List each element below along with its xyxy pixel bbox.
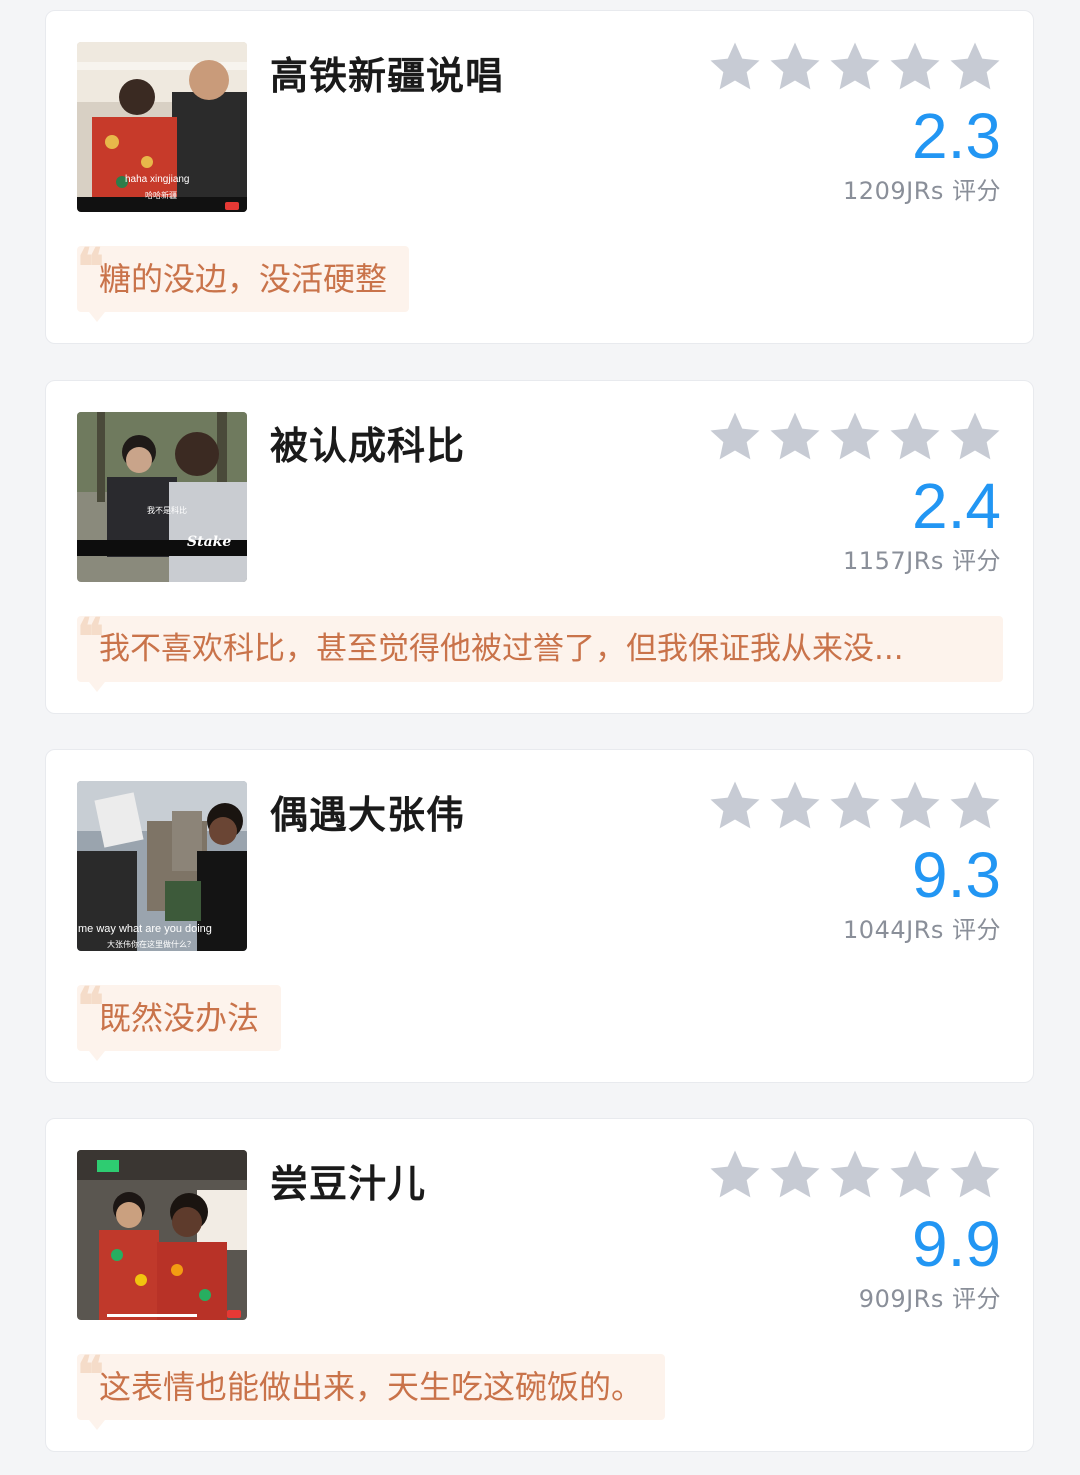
star-rating <box>707 409 1003 465</box>
rating-card[interactable]: 尝豆汁儿 9.9 909JRs 评分 ❝ 这表情也能做出来，天生吃这碗饭的。 <box>45 1118 1034 1452</box>
rating-count: 1044JRs 评分 <box>843 916 1001 944</box>
thumbnail-image <box>77 1150 247 1320</box>
top-comment-text: 糖的没边，没活硬整 <box>99 260 388 298</box>
rating-score: 9.3 <box>912 839 1001 911</box>
star-icon <box>890 42 940 90</box>
thumbnail-image: 我不是科比 Stake <box>77 412 247 582</box>
video-title[interactable]: 尝豆汁儿 <box>270 1153 426 1208</box>
rating-card[interactable]: haha xingjiang 哈哈新疆 高铁新疆说唱 2.3 1209JRs 评… <box>45 10 1034 344</box>
star-rating <box>707 778 1003 834</box>
star-icon <box>710 1150 760 1198</box>
star-icon <box>950 1150 1000 1198</box>
rating-count: 1209JRs 评分 <box>843 177 1001 205</box>
star-icon <box>950 781 1000 829</box>
rating-card[interactable]: me way what are you doing 大张伟你在这里做什么？ 偶遇… <box>45 749 1034 1083</box>
thumbnail-caption: 我不是科比 <box>147 505 187 515</box>
star-icon <box>770 42 820 90</box>
video-title[interactable]: 被认成科比 <box>270 415 465 470</box>
thumbnail-caption-cn: 大张伟你在这里做什么？ <box>107 939 195 949</box>
star-icon <box>710 42 760 90</box>
thumbnail-caption: haha xingjiang <box>125 174 190 185</box>
video-thumbnail[interactable]: haha xingjiang 哈哈新疆 <box>77 42 247 212</box>
video-thumbnail[interactable]: me way what are you doing 大张伟你在这里做什么？ <box>77 781 247 951</box>
rating-score: 2.4 <box>912 470 1001 542</box>
thumbnail-brand: Stake <box>187 534 231 550</box>
top-comment[interactable]: ❝ 糖的没边，没活硬整 <box>77 242 410 322</box>
star-icon <box>830 42 880 90</box>
rating-count: 1157JRs 评分 <box>843 547 1001 575</box>
thumbnail-image: me way what are you doing 大张伟你在这里做什么？ <box>77 781 247 951</box>
bubble-tail <box>89 1051 105 1061</box>
top-comment[interactable]: ❝ 我不喜欢科比，甚至觉得他被过誉了，但我保证我从来没... <box>77 612 1003 692</box>
star-icon <box>710 781 760 829</box>
star-rating <box>707 39 1003 95</box>
thumbnail-caption: me way what are you doing <box>78 923 212 935</box>
star-icon <box>950 412 1000 460</box>
thumbnail-image: haha xingjiang 哈哈新疆 <box>77 42 247 212</box>
video-thumbnail[interactable]: 我不是科比 Stake <box>77 412 247 582</box>
top-comment-text: 这表情也能做出来，天生吃这碗饭的。 <box>99 1368 644 1406</box>
star-icon <box>890 1150 940 1198</box>
star-icon <box>950 42 1000 90</box>
star-icon <box>770 412 820 460</box>
bubble-tail <box>89 1420 105 1430</box>
rating-count: 909JRs 评分 <box>858 1285 1001 1313</box>
star-icon <box>710 412 760 460</box>
top-comment-text: 既然没办法 <box>99 999 260 1037</box>
star-icon <box>830 412 880 460</box>
video-title[interactable]: 偶遇大张伟 <box>270 784 465 839</box>
rating-score: 2.3 <box>912 100 1001 172</box>
video-title[interactable]: 高铁新疆说唱 <box>270 45 504 100</box>
thumbnail-caption-cn: 哈哈新疆 <box>145 190 177 200</box>
star-icon <box>770 1150 820 1198</box>
top-comment[interactable]: ❝ 这表情也能做出来，天生吃这碗饭的。 <box>77 1350 666 1430</box>
bubble-tail <box>89 312 105 322</box>
star-rating <box>707 1147 1003 1203</box>
top-comment-text: 我不喜欢科比，甚至觉得他被过誉了，但我保证我从来没... <box>99 631 904 667</box>
star-icon <box>770 781 820 829</box>
video-thumbnail[interactable] <box>77 1150 247 1320</box>
star-icon <box>830 781 880 829</box>
rating-card[interactable]: 我不是科比 Stake 被认成科比 2.4 1157JRs 评分 ❝ 我不喜欢科… <box>45 380 1034 714</box>
star-icon <box>830 1150 880 1198</box>
bubble-tail <box>89 682 105 692</box>
star-icon <box>890 412 940 460</box>
rating-score: 9.9 <box>912 1208 1001 1280</box>
top-comment[interactable]: ❝ 既然没办法 <box>77 981 282 1061</box>
star-icon <box>890 781 940 829</box>
